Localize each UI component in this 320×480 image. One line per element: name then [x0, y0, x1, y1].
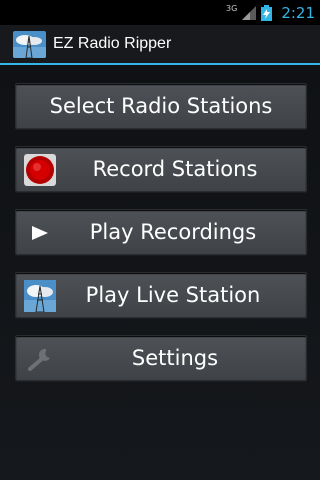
main-content: Select Radio Stations Record Stations Pl…: [0, 65, 320, 480]
play-live-station-button[interactable]: Play Live Station: [15, 272, 307, 318]
wrench-icon: [28, 348, 50, 371]
record-stations-label: Record Stations: [92, 157, 258, 181]
play-icon: [32, 226, 48, 240]
settings-button[interactable]: Settings: [15, 335, 307, 381]
battery-charging-icon: [261, 4, 273, 21]
play-recordings-label: Play Recordings: [89, 220, 257, 244]
radio-tower-icon: [24, 280, 56, 312]
app-title: EZ Radio Ripper: [53, 35, 172, 52]
select-radio-stations-button[interactable]: Select Radio Stations: [15, 83, 307, 129]
signal-icon: [242, 5, 257, 20]
record-stations-button[interactable]: Record Stations: [15, 146, 307, 192]
settings-label: Settings: [131, 346, 219, 370]
radio-tower-icon[interactable]: [13, 30, 46, 58]
play-recordings-button[interactable]: Play Recordings: [15, 209, 307, 255]
select-radio-stations-label: Select Radio Stations: [49, 94, 273, 118]
network-type-label: 3G: [226, 4, 238, 13]
clock: 2:21: [281, 3, 315, 22]
status-icons: 3G 2:21: [226, 0, 315, 25]
play-live-station-label: Play Live Station: [85, 283, 261, 307]
action-bar: EZ Radio Ripper: [0, 25, 320, 63]
status-bar: 3G 2:21: [0, 0, 320, 25]
record-icon: [24, 154, 56, 186]
